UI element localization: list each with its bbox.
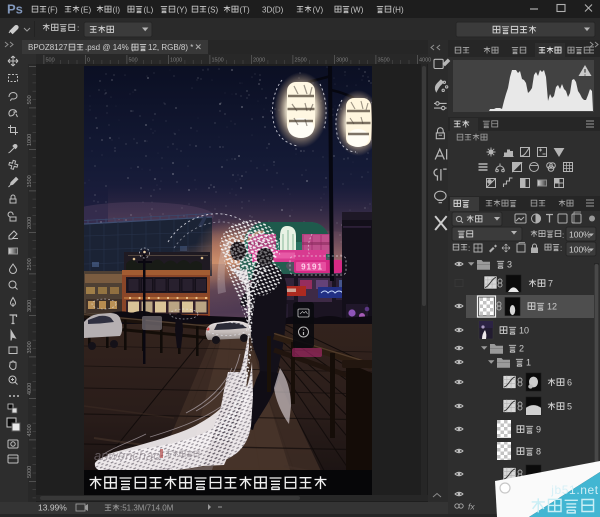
svg-text:(E): (E)	[81, 6, 92, 15]
svg-text:3500: 3500	[27, 341, 33, 353]
svg-text:1500: 1500	[27, 175, 33, 187]
svg-text:(S): (S)	[208, 6, 219, 15]
svg-text:(W): (W)	[351, 6, 364, 15]
svg-text:BPOZ8127: BPOZ8127	[28, 43, 68, 52]
svg-text:2500: 2500	[295, 58, 307, 64]
svg-text:4000: 4000	[27, 383, 33, 395]
svg-text:100%: 100%	[569, 245, 591, 255]
svg-text:13.99%: 13.99%	[38, 503, 67, 513]
svg-text:100%: 100%	[569, 230, 591, 240]
svg-text:500: 500	[27, 95, 33, 104]
svg-text::: :	[560, 244, 562, 253]
svg-text:500: 500	[46, 58, 55, 64]
svg-text:(T): (T)	[240, 6, 251, 15]
svg-text:9191: 9191	[301, 263, 323, 272]
svg-text:1000: 1000	[170, 58, 182, 64]
svg-text:3D(D): 3D(D)	[262, 6, 284, 15]
svg-text:1000: 1000	[27, 134, 33, 146]
svg-text:1500: 1500	[212, 58, 224, 64]
svg-text:1: 1	[526, 358, 531, 368]
svg-text:anwenchao: anwenchao	[94, 448, 161, 463]
svg-text:(L): (L)	[144, 6, 154, 15]
svg-text:9: 9	[536, 425, 541, 435]
svg-text:(F): (F)	[48, 6, 59, 15]
svg-text::: :	[562, 231, 564, 240]
svg-text:3000: 3000	[336, 58, 348, 64]
svg-text:12: 12	[547, 302, 557, 312]
svg-text:3000: 3000	[27, 300, 33, 312]
svg-text:3500: 3500	[378, 58, 390, 64]
svg-text:(H): (H)	[393, 6, 404, 15]
svg-text::51.3M/714.0M: :51.3M/714.0M	[120, 504, 174, 513]
svg-text:.psd @ 14% (: .psd @ 14% (	[85, 43, 134, 52]
svg-text:10: 10	[519, 326, 529, 336]
svg-text:0: 0	[87, 58, 90, 64]
svg-text:5000: 5000	[27, 466, 33, 478]
svg-text:Ps: Ps	[7, 2, 23, 17]
svg-text:4000: 4000	[419, 58, 431, 64]
svg-text:2000: 2000	[27, 217, 33, 229]
svg-text:7: 7	[548, 279, 553, 289]
svg-text::: :	[77, 23, 79, 33]
svg-text:(I): (I)	[113, 6, 121, 15]
svg-text:(V): (V)	[313, 6, 324, 15]
svg-text::: :	[468, 244, 470, 253]
svg-text:2500: 2500	[27, 258, 33, 270]
svg-text:8: 8	[536, 447, 541, 457]
svg-text:2000: 2000	[253, 58, 265, 64]
svg-text:12, RGB/8) *: 12, RGB/8) *	[148, 43, 193, 52]
svg-text:jb51.net: jb51.net	[550, 483, 599, 497]
svg-text:2: 2	[519, 344, 524, 354]
svg-text:(Y): (Y)	[177, 6, 188, 15]
svg-text:6: 6	[567, 378, 572, 388]
svg-text:500: 500	[129, 58, 138, 64]
svg-text:3: 3	[507, 260, 512, 270]
svg-text:5: 5	[567, 402, 572, 412]
svg-text:fx: fx	[468, 502, 475, 512]
svg-text:4500: 4500	[27, 424, 33, 436]
